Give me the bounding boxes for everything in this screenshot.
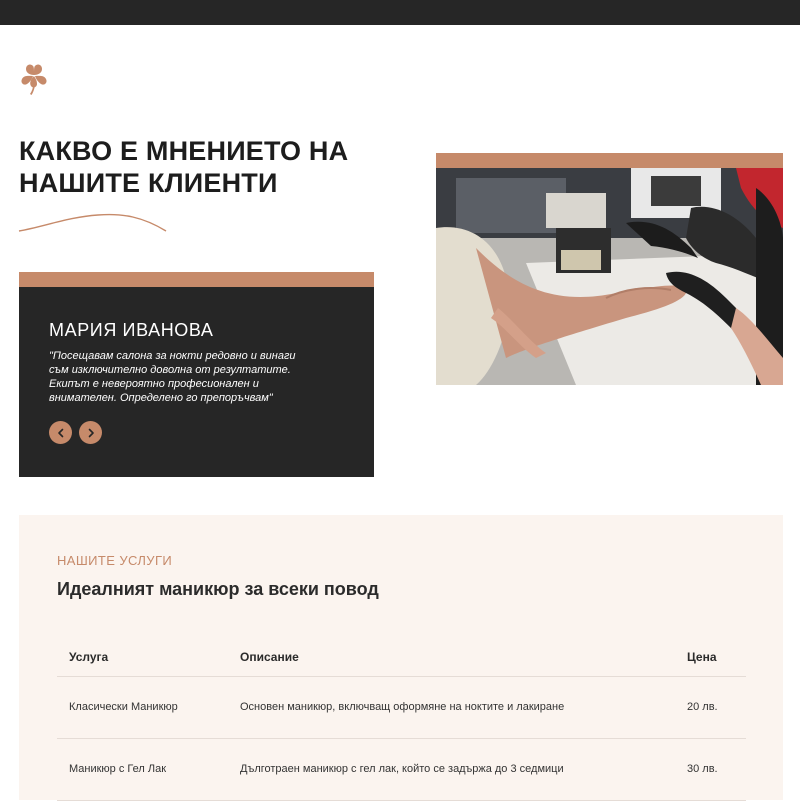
section-heading: КАКВО Е МНЕНИЕТО НА НАШИТЕ КЛИЕНТИ <box>19 135 419 199</box>
table-row: Класически Маникюр Основен маникюр, вклю… <box>57 676 746 739</box>
testimonial-nav <box>49 421 102 444</box>
manicure-photo <box>436 153 783 385</box>
manicure-photo-illustration <box>436 168 783 385</box>
chevron-left-icon <box>57 428 63 437</box>
testimonial-name: МАРИЯ ИВАНОВА <box>49 320 214 340</box>
clover-logo-icon <box>21 64 47 95</box>
service-price: 30 лв. <box>675 738 746 801</box>
service-price: 20 лв. <box>675 676 746 739</box>
service-name: Маникюр с Гел Лак <box>57 738 228 801</box>
testimonial-card: МАРИЯ ИВАНОВА "Посещавам салона за нокти… <box>19 272 374 477</box>
service-description: Дълготраен маникюр с гел лак, който се з… <box>228 738 675 801</box>
service-name: Класически Маникюр <box>57 676 228 739</box>
services-eyebrow: НАШИТЕ УСЛУГИ <box>57 553 173 568</box>
table-row: Маникюр с Гел Лак Дълготраен маникюр с г… <box>57 738 746 801</box>
next-testimonial-button[interactable] <box>79 421 102 444</box>
wave-divider-icon <box>18 213 167 232</box>
services-section: НАШИТЕ УСЛУГИ Идеалният маникюр за всеки… <box>19 515 783 801</box>
prev-testimonial-button[interactable] <box>49 421 72 444</box>
chevron-right-icon <box>88 428 94 437</box>
column-header-description: Описание <box>228 639 675 677</box>
testimonial-quote: "Посещавам салона за нокти редовно и вин… <box>49 350 296 404</box>
services-title: Идеалният маникюр за всеки повод <box>57 579 379 599</box>
table-header-row: Услуга Описание Цена <box>57 639 746 677</box>
heading-line-2: НАШИТЕ КЛИЕНТИ <box>19 168 278 198</box>
heading-line-1: КАКВО Е МНЕНИЕТО НА <box>19 136 349 166</box>
top-bar <box>0 0 800 25</box>
services-table: Услуга Описание Цена Класически Маникюр … <box>57 639 746 801</box>
column-header-price: Цена <box>675 639 746 677</box>
service-description: Основен маникюр, включващ оформяне на но… <box>228 676 675 739</box>
column-header-service: Услуга <box>57 639 228 677</box>
